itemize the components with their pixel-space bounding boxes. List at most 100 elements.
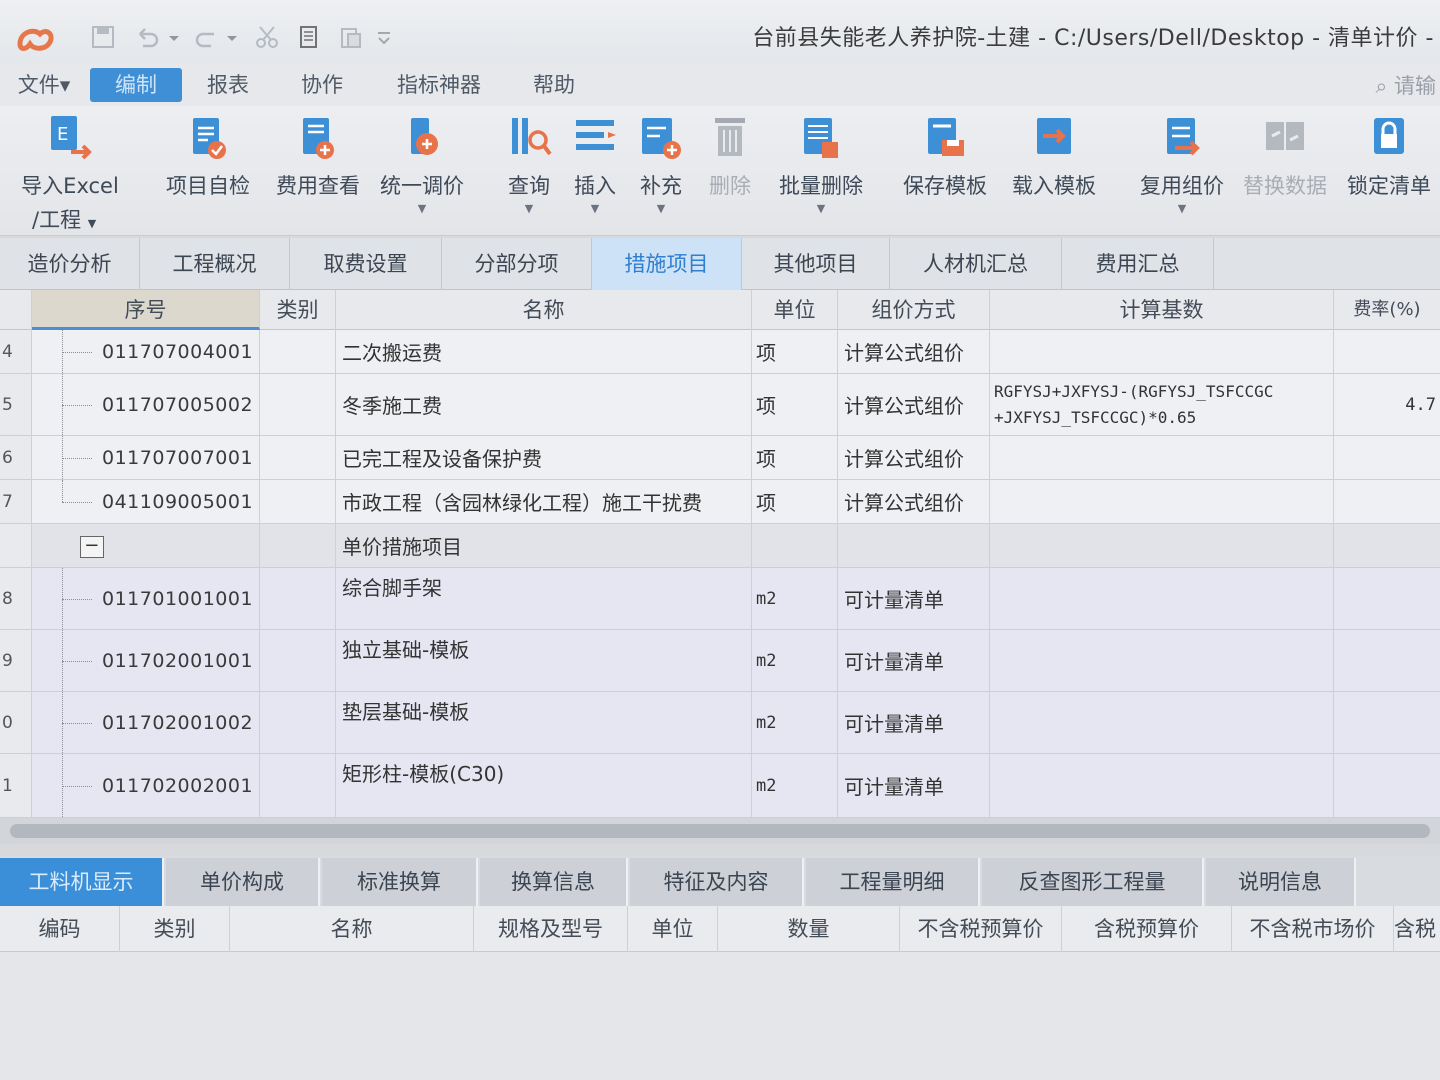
self-check-button[interactable]: 项目自检	[160, 112, 256, 200]
item-rate[interactable]	[1334, 754, 1440, 817]
tab-measure-items[interactable]: 措施项目	[592, 238, 742, 290]
insert-button[interactable]: 插入 ▼	[566, 112, 624, 215]
load-template-button[interactable]: 载入模板	[1004, 112, 1104, 200]
lock-list-button[interactable]: 锁定清单	[1342, 112, 1436, 200]
adjust-price-button[interactable]: 统一调价 ▼	[374, 112, 470, 215]
horizontal-scrollbar[interactable]	[0, 818, 1440, 844]
item-rate[interactable]	[1334, 330, 1440, 373]
tab-features-content[interactable]: 特征及内容	[630, 858, 804, 906]
item-method[interactable]: 可计量清单	[838, 630, 990, 691]
tab-sub-items[interactable]: 分部分项	[442, 238, 592, 290]
table-row[interactable]: 6 011707007001 已完工程及设备保护费 项 计算公式组价	[0, 436, 1440, 480]
item-unit[interactable]: 项	[752, 436, 838, 479]
item-base[interactable]	[990, 330, 1334, 373]
tab-cost-summary[interactable]: 费用汇总	[1062, 238, 1214, 290]
table-row[interactable]: 9 011702001001 独立基础-模板 m2 可计量清单	[0, 630, 1440, 692]
detail-header-name[interactable]: 名称	[230, 906, 474, 952]
item-name[interactable]: 独立基础-模板	[336, 630, 752, 691]
item-category[interactable]	[260, 374, 336, 435]
customize-toolbar-icon[interactable]	[376, 24, 392, 50]
item-base[interactable]	[990, 480, 1334, 523]
table-row[interactable]: 4 011707004001 二次搬运费 项 计算公式组价	[0, 330, 1440, 374]
item-rate[interactable]	[1334, 692, 1440, 753]
item-rate[interactable]	[1334, 630, 1440, 691]
table-row[interactable]: 0 011702001002 垫层基础-模板 m2 可计量清单	[0, 692, 1440, 754]
tab-other-items[interactable]: 其他项目	[742, 238, 890, 290]
table-row[interactable]: 1 011702002001 矩形柱-模板(C30) m2 可计量清单	[0, 754, 1440, 818]
detail-header-category[interactable]: 类别	[120, 906, 230, 952]
cut-icon[interactable]	[254, 24, 280, 50]
tab-standard-conversion[interactable]: 标准换算	[322, 858, 478, 906]
item-rate[interactable]	[1334, 436, 1440, 479]
detail-header-budget-price-excl-tax[interactable]: 不含税预算价	[900, 906, 1062, 952]
item-name[interactable]: 冬季施工费	[336, 374, 752, 435]
tab-cost-analysis[interactable]: 造价分析	[0, 238, 140, 290]
redo-dropdown-icon[interactable]	[226, 24, 238, 50]
replace-data-button[interactable]: 替换数据	[1238, 112, 1332, 200]
batch-delete-button[interactable]: 批量删除 ▼	[772, 112, 870, 215]
item-rate[interactable]	[1334, 568, 1440, 629]
delete-button[interactable]: 删除	[700, 112, 760, 200]
item-unit[interactable]: 项	[752, 480, 838, 523]
item-base[interactable]	[990, 630, 1334, 691]
item-method[interactable]: 可计量清单	[838, 568, 990, 629]
item-base[interactable]	[990, 436, 1334, 479]
item-unit[interactable]: 项	[752, 374, 838, 435]
item-name[interactable]: 矩形柱-模板(C30)	[336, 754, 752, 817]
header-base[interactable]: 计算基数	[990, 290, 1334, 330]
save-icon[interactable]	[90, 24, 116, 50]
item-name[interactable]: 垫层基础-模板	[336, 692, 752, 753]
item-base[interactable]	[990, 754, 1334, 817]
item-unit[interactable]: m2	[752, 630, 838, 691]
item-unit[interactable]: m2	[752, 568, 838, 629]
item-unit[interactable]: m2	[752, 692, 838, 753]
menu-help[interactable]: 帮助	[522, 68, 586, 102]
item-base[interactable]	[990, 568, 1334, 629]
item-rate[interactable]	[1334, 480, 1440, 523]
item-rate[interactable]: 4.7	[1334, 374, 1440, 435]
collapse-toggle[interactable]: −	[80, 536, 104, 558]
item-category[interactable]	[260, 630, 336, 691]
item-category[interactable]	[260, 692, 336, 753]
item-category[interactable]	[260, 754, 336, 817]
tab-project-overview[interactable]: 工程概况	[140, 238, 290, 290]
import-excel-button[interactable]: E 导入Excel /工程 ▼	[18, 112, 122, 234]
detail-header-spec[interactable]: 规格及型号	[474, 906, 628, 952]
menu-file[interactable]: 文件▾	[12, 68, 76, 102]
tab-conversion-info[interactable]: 换算信息	[480, 858, 628, 906]
supplement-button[interactable]: 补充 ▼	[632, 112, 690, 215]
reuse-price-button[interactable]: 复用组价 ▼	[1132, 112, 1232, 215]
header-seq[interactable]: 序号	[32, 290, 260, 330]
tab-labor-material-summary[interactable]: 人材机汇总	[890, 238, 1062, 290]
item-method[interactable]: 可计量清单	[838, 754, 990, 817]
header-method[interactable]: 组价方式	[838, 290, 990, 330]
item-name[interactable]: 综合脚手架	[336, 568, 752, 629]
tab-quantity-details[interactable]: 工程量明细	[806, 858, 980, 906]
item-method[interactable]: 计算公式组价	[838, 480, 990, 523]
item-category[interactable]	[260, 480, 336, 523]
item-base[interactable]	[990, 692, 1334, 753]
tab-reverse-graphic-quantity[interactable]: 反查图形工程量	[982, 858, 1204, 906]
header-unit[interactable]: 单位	[752, 290, 838, 330]
cost-view-button[interactable]: 费用查看	[268, 112, 368, 200]
item-category[interactable]	[260, 568, 336, 629]
item-method[interactable]: 计算公式组价	[838, 374, 990, 435]
redo-icon[interactable]	[194, 24, 220, 50]
detail-header-incl-tax-truncated[interactable]: 含税	[1394, 906, 1440, 952]
table-row[interactable]: 8 011701001001 综合脚手架 m2 可计量清单	[0, 568, 1440, 630]
header-category[interactable]: 类别	[260, 290, 336, 330]
item-base[interactable]: RGFYSJ+JXFYSJ-(RGFYSJ_TSFCCGC +JXFYSJ_TS…	[990, 374, 1334, 435]
scrollbar-thumb[interactable]	[10, 824, 1430, 838]
undo-dropdown-icon[interactable]	[168, 24, 180, 50]
item-name[interactable]: 二次搬运费	[336, 330, 752, 373]
tab-description-info[interactable]: 说明信息	[1206, 858, 1356, 906]
item-name[interactable]: 已完工程及设备保护费	[336, 436, 752, 479]
header-name[interactable]: 名称	[336, 290, 752, 330]
header-rate[interactable]: 费率(%)	[1334, 290, 1440, 330]
tab-unit-price-composition[interactable]: 单价构成	[166, 858, 320, 906]
detail-header-unit[interactable]: 单位	[628, 906, 718, 952]
undo-icon[interactable]	[134, 24, 160, 50]
save-template-button[interactable]: 保存模板	[896, 112, 994, 200]
item-category[interactable]	[260, 330, 336, 373]
item-method[interactable]: 计算公式组价	[838, 436, 990, 479]
